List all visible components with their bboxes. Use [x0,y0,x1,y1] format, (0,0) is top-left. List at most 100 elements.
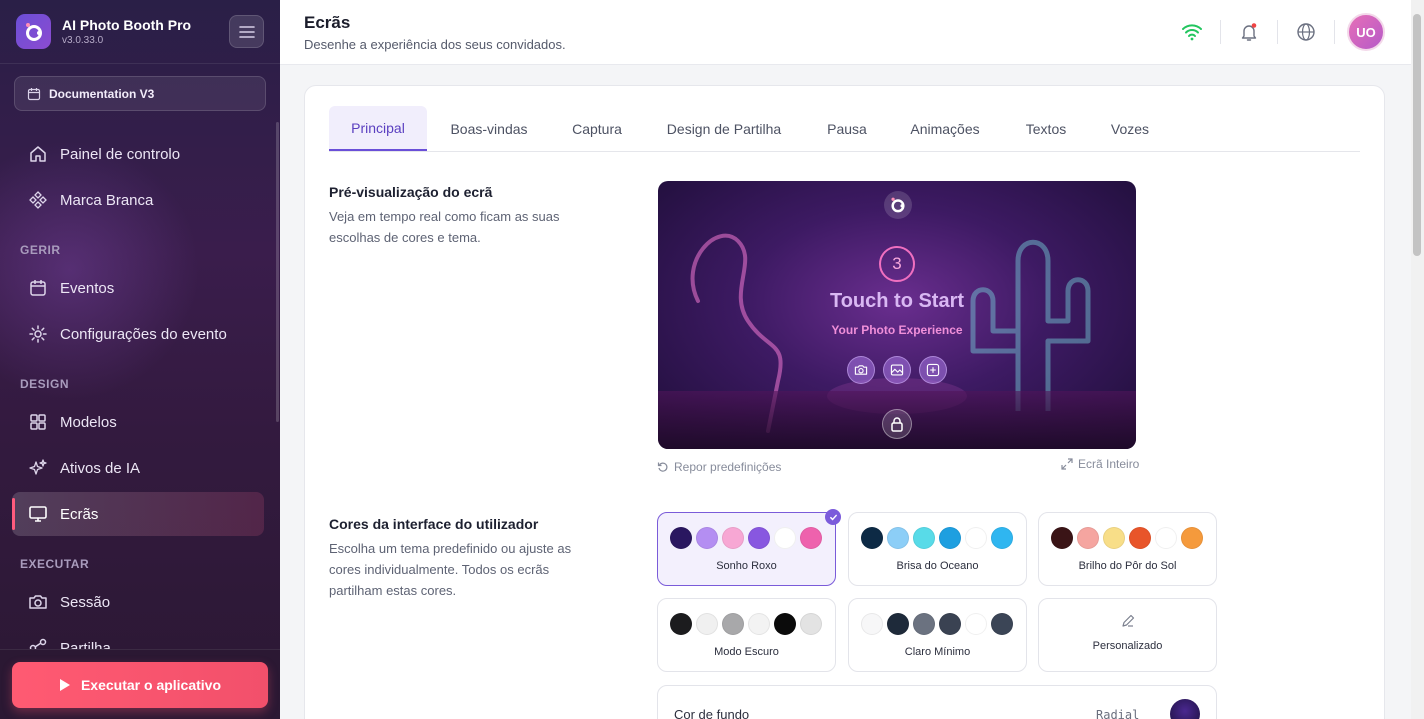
app-version: v3.0.33.0 [62,35,104,46]
fullscreen-link[interactable]: Ecrã Inteiro [1061,457,1139,471]
sidebar-item-event-settings[interactable]: Configurações do evento [12,312,264,356]
divider [0,63,280,64]
sidebar-item-dashboard[interactable]: Painel de controlo [12,132,264,176]
background-color-row[interactable]: Cor de fundo Radial [657,685,1217,719]
sidebar-item-label: Eventos [60,279,115,297]
color-swatch [1077,527,1099,549]
page-scrollbar[interactable] [1411,0,1424,719]
preview-camera-button[interactable] [847,356,875,384]
grid-icon [30,414,46,430]
sidebar-item-screens[interactable]: Ecrãs [12,492,264,536]
background-mode[interactable]: Radial [1096,708,1139,719]
theme-name: Claro Mínimo [904,646,971,658]
preview-gallery-button[interactable] [883,356,911,384]
color-swatch [748,527,770,549]
preview-lock-button[interactable] [882,409,912,439]
user-avatar[interactable]: UO [1347,13,1385,51]
page-title: Ecrãs [304,13,351,32]
tab-share-design[interactable]: Design de Partilha [649,106,799,151]
home-icon [30,146,46,162]
reset-defaults-link[interactable]: Repor predefinições [657,460,781,474]
reset-icon [657,462,668,472]
color-swatch [774,613,796,635]
sidebar-item-label: Ativos de IA [60,459,141,477]
theme-swatches [861,527,1013,549]
preview-section-description: Veja em tempo real como ficam as suas es… [329,209,560,245]
color-swatch [887,527,909,549]
scrollbar-thumb[interactable] [1413,14,1421,256]
preview-add-button[interactable] [919,356,947,384]
background-color-swatch[interactable] [1170,699,1200,719]
theme-card-sonho-roxo[interactable]: Sonho Roxo [657,509,841,586]
color-swatch [913,527,935,549]
color-swatch [722,527,744,549]
color-swatch [991,527,1013,549]
divider [1334,20,1335,44]
notification-bell-icon[interactable] [1236,19,1262,45]
sidebar-item-session[interactable]: Sessão [12,580,264,624]
tab-voices[interactable]: Vozes [1095,106,1165,151]
theme-swatches [670,527,822,549]
tab-principal[interactable]: Principal [329,106,427,151]
sidebar-item-templates[interactable]: Modelos [12,400,264,444]
tab-texts[interactable]: Textos [1007,106,1085,151]
menu-toggle-button[interactable] [229,15,264,48]
color-swatch [1181,527,1203,549]
tab-welcome[interactable]: Boas-vindas [433,106,545,151]
sparkles-icon [29,459,47,475]
theme-name: Brisa do Oceano [896,560,979,572]
image-icon [890,364,904,376]
globe-icon[interactable] [1293,19,1319,45]
theme-name: Modo Escuro [714,646,779,658]
theme-card-personalizado[interactable]: Personalizado [1038,598,1217,672]
color-swatch [800,527,822,549]
diamond-icon [29,191,47,209]
reset-defaults-label: Repor predefinições [674,460,782,474]
theme-name: Personalizado [1092,640,1163,652]
fullscreen-label: Ecrã Inteiro [1078,457,1140,471]
sidebar-item-label: Painel de controlo [60,145,181,163]
tab-capture[interactable]: Captura [551,106,643,151]
sidebar-item-white-label[interactable]: Marca Branca [12,178,264,222]
color-swatch [748,613,770,635]
page-subtitle: Desenhe a experiência dos seus convidado… [304,37,566,52]
color-swatch [939,527,961,549]
top-header: Ecrãs Desenhe a experiência dos seus con… [280,0,1411,65]
color-swatch [696,527,718,549]
color-swatch [800,613,822,635]
color-swatch [1155,527,1177,549]
preview-subtitle: Your Photo Experience [831,323,963,337]
wifi-status-icon[interactable] [1179,19,1205,45]
monitor-icon [29,506,47,522]
screen-preview[interactable]: 3 Touch to Start Your Photo Experience [658,181,1136,449]
play-icon [59,679,70,691]
section-label: DESIGN [20,377,70,391]
color-swatch [913,613,935,635]
tab-animations[interactable]: Animações [895,106,995,151]
theme-card-brilho-do-por-do-sol[interactable]: Brilho do Pôr do Sol [1038,512,1217,586]
preview-title: Touch to Start [829,290,965,312]
theme-name: Sonho Roxo [716,560,777,572]
color-swatch [1103,527,1125,549]
color-swatch [696,613,718,635]
color-swatch [861,613,883,635]
sidebar-item-label: Configurações do evento [60,325,227,343]
documentation-button[interactable]: Documentation V3 [14,76,266,111]
app-logo-icon [16,14,51,49]
theme-card-modo-escuro[interactable]: Modo Escuro [657,598,836,672]
sidebar-scrollbar[interactable] [276,122,279,422]
divider [1277,20,1278,44]
sidebar-item-events[interactable]: Eventos [12,266,264,310]
tab-pause[interactable]: Pausa [807,106,887,151]
sidebar-item-ai-assets[interactable]: Ativos de IA [12,446,264,490]
run-app-button[interactable]: Executar o aplicativo [12,662,268,708]
theme-swatches [861,613,1013,635]
theme-card-claro-minimo[interactable]: Claro Mínimo [848,598,1027,672]
color-swatch [774,527,796,549]
sidebar-item-label: Modelos [60,413,117,431]
section-label: EXECUTAR [20,557,90,571]
color-swatch [991,613,1013,635]
theme-card-brisa-do-oceano[interactable]: Brisa do Oceano [848,512,1027,586]
plus-square-icon [926,363,940,377]
color-swatch [965,613,987,635]
